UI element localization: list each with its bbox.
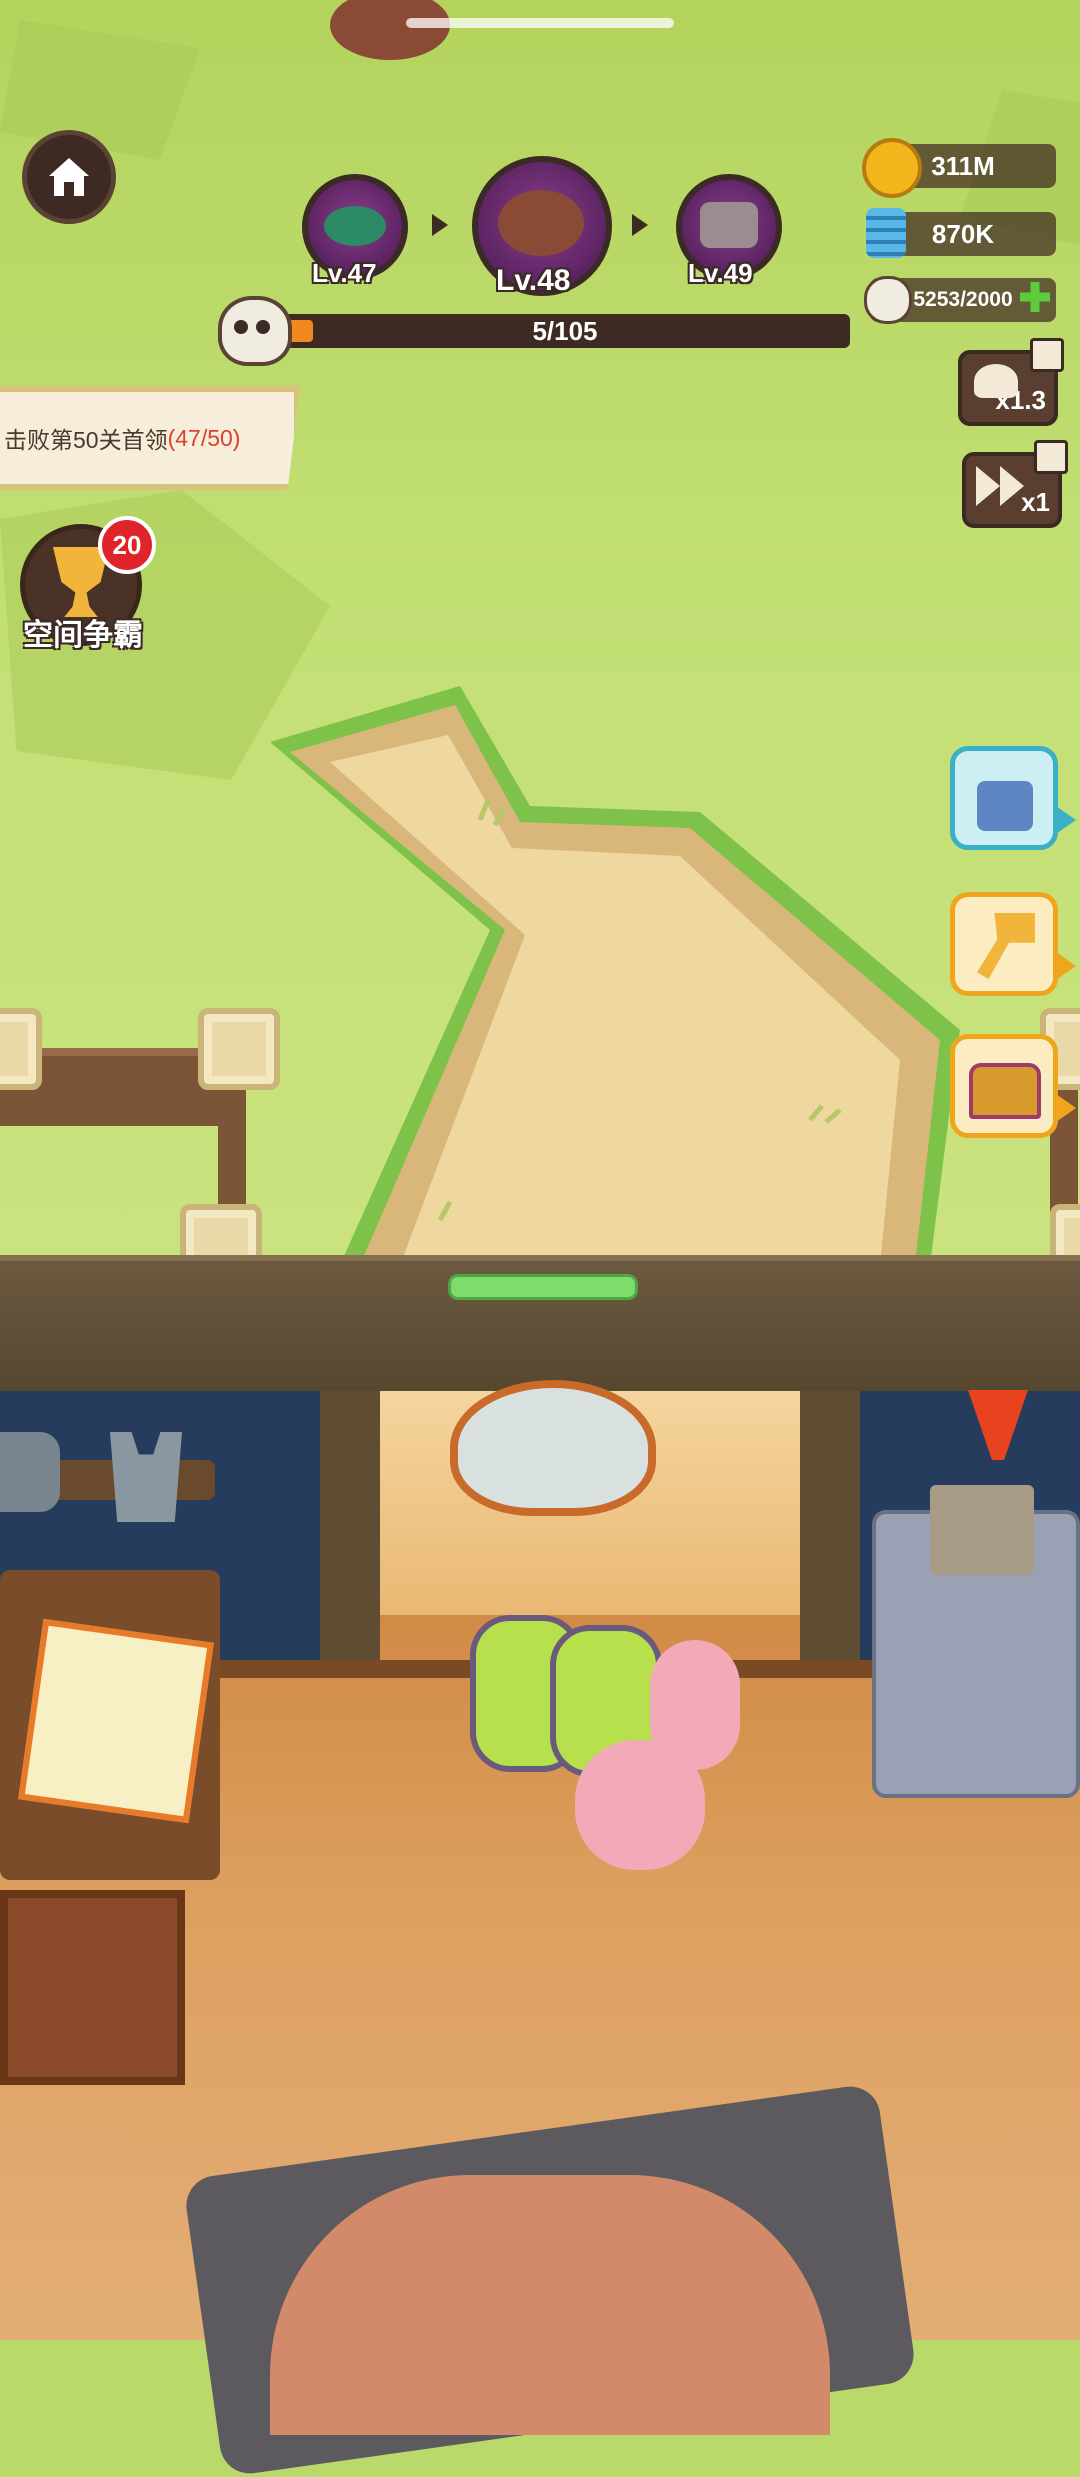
armored-boss-icon xyxy=(700,202,758,248)
gold-coin-icon xyxy=(862,138,922,198)
divider-drag-handle[interactable] xyxy=(448,1274,638,1300)
gold-amount: 311M xyxy=(931,150,995,181)
skull-icon xyxy=(218,296,292,366)
floor-rug-pattern xyxy=(270,2175,830,2435)
robot-gift-button[interactable] xyxy=(950,746,1058,850)
open-book xyxy=(18,1618,214,1824)
spring-coil-icon xyxy=(866,208,906,258)
tool-crate xyxy=(0,1890,185,2085)
spring-amount: 870K xyxy=(931,218,995,249)
envelope-icon xyxy=(930,1485,1034,1575)
frog-boss-icon xyxy=(324,206,386,246)
robot-gift-icon xyxy=(977,781,1033,831)
key-button[interactable] xyxy=(950,892,1058,996)
boss-level-next: Lv.49 xyxy=(688,258,753,288)
treasure-chest-button[interactable] xyxy=(950,1034,1058,1138)
skull-amount: 5253/2000 xyxy=(913,288,1013,311)
mammoth-boss-icon xyxy=(498,190,584,256)
anvil-icon xyxy=(0,1432,60,1512)
door-pillar-right xyxy=(800,1385,860,1675)
home-icon xyxy=(49,158,89,196)
arena-label: 空间争霸 xyxy=(23,619,143,652)
kill-progress-text: 5/105 xyxy=(532,315,598,346)
fence-post xyxy=(198,1008,280,1090)
quest-banner[interactable]: 击败第50关首领 (47/50) xyxy=(0,386,300,490)
side-tail xyxy=(1056,952,1076,980)
treasure-chest-icon xyxy=(969,1063,1041,1119)
skull-small-icon xyxy=(864,276,912,324)
hat-video-icon xyxy=(974,364,1018,398)
quest-text: 击败第50关首领 xyxy=(4,427,168,453)
pig-minion xyxy=(575,1740,705,1870)
arrow-right-icon xyxy=(432,214,448,236)
hero-character xyxy=(450,1380,656,1516)
key-icon xyxy=(977,913,1035,979)
video-ad-icon xyxy=(1030,338,1064,372)
boss-level-previous: Lv.47 xyxy=(312,258,377,288)
kill-progress-bar: 5/105 xyxy=(280,314,850,348)
video-ad-icon xyxy=(1034,440,1068,474)
fence-post xyxy=(0,1008,42,1090)
arena-notification-badge: 20 xyxy=(98,516,156,574)
door-pillar-left xyxy=(320,1385,380,1675)
boss-level-current: Lv.48 xyxy=(496,264,571,297)
home-button[interactable] xyxy=(22,130,116,224)
quest-progress: (47/50) xyxy=(167,424,241,451)
side-tail xyxy=(1056,806,1076,834)
fast-forward-video-icon xyxy=(976,466,1024,506)
notch-indicator xyxy=(406,18,674,28)
game-speed-label: x1 xyxy=(1021,487,1050,517)
side-tail xyxy=(1056,1094,1076,1122)
arrow-right-icon xyxy=(632,214,648,236)
